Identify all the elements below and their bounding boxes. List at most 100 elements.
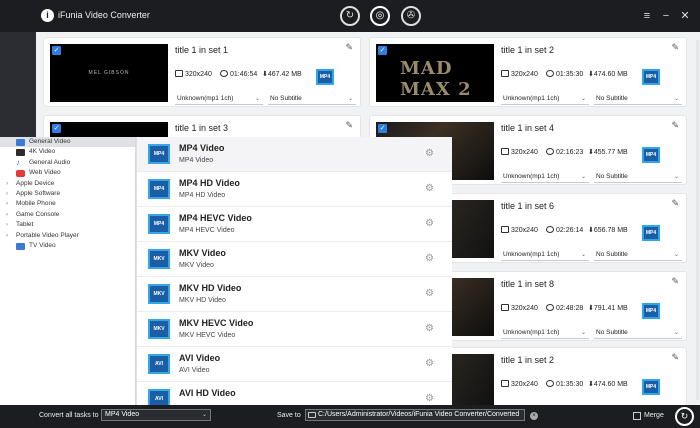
chevron-right-icon[interactable]: ›	[6, 220, 8, 230]
gear-icon[interactable]: ⚙	[425, 323, 434, 334]
category-portable-video-player[interactable]: › Portable Video Player	[0, 231, 135, 241]
format-item[interactable]: MKV MKV HEVC Video MKV HEVC Video ⚙	[137, 312, 452, 347]
convert-mode-icon[interactable]: ↻	[340, 6, 360, 26]
avi-format-icon: AVI	[148, 389, 170, 405]
category-tablet[interactable]: › Tablet	[0, 220, 135, 230]
audio-track-select[interactable]: Unknown(mp1 1ch) ⌄	[501, 94, 589, 105]
close-icon[interactable]: ✕	[678, 9, 692, 23]
task-card[interactable]: ✓ MEL GIBSON title 1 in set 1 ✎ 320x240 …	[44, 38, 360, 106]
task-checkbox[interactable]: ✓	[378, 124, 387, 133]
screen-icon	[175, 70, 183, 77]
convert-button[interactable]: ↻	[675, 407, 694, 426]
format-description: MP4 HEVC Video	[179, 227, 235, 234]
category-web-video[interactable]: Web Video	[0, 168, 135, 178]
edit-icon[interactable]: ✎	[345, 120, 353, 131]
chevron-down-icon: ⌄	[347, 96, 353, 102]
edit-icon[interactable]: ✎	[671, 42, 679, 53]
format-item[interactable]: MP4 MP4 HD Video MP4 HD Video ⚙	[137, 172, 452, 207]
audio-track-select[interactable]: Unknown(mp1 1ch) ⌄	[501, 172, 589, 183]
chevron-down-icon: ⌄	[580, 330, 586, 336]
category-tv-video[interactable]: TV Video	[0, 241, 135, 251]
minimize-icon[interactable]: −	[659, 9, 673, 23]
task-title[interactable]: title 1 in set 2	[501, 355, 554, 365]
subtitle-select[interactable]: No Subtitle ⌄	[594, 328, 682, 339]
edit-icon[interactable]: ✎	[671, 352, 679, 363]
gear-icon[interactable]: ⚙	[425, 393, 434, 404]
folder-icon[interactable]	[308, 412, 316, 418]
task-title[interactable]: title 1 in set 2	[501, 45, 554, 55]
chevron-right-icon[interactable]: ›	[6, 231, 8, 241]
edit-icon[interactable]: ✎	[671, 198, 679, 209]
video-thumbnail[interactable]: ✓ MEL GIBSON	[50, 44, 168, 102]
output-format-icon[interactable]: MP4	[642, 303, 660, 319]
film-reel-icon[interactable]: ✇	[401, 6, 421, 26]
category-apple-software[interactable]: › Apple Software	[0, 189, 135, 199]
task-title[interactable]: title 1 in set 1	[175, 45, 228, 55]
convert-all-select[interactable]: MP4 Video ⌄	[101, 409, 211, 421]
format-item[interactable]: MP4 MP4 HEVC Video MP4 HEVC Video ⚙	[137, 207, 452, 242]
output-format-icon[interactable]: MP4	[642, 69, 660, 85]
format-item[interactable]: MKV MKV Video MKV Video ⚙	[137, 242, 452, 277]
task-title[interactable]: title 1 in set 6	[501, 201, 554, 211]
task-title[interactable]: title 1 in set 4	[501, 123, 554, 133]
output-format-icon[interactable]: MP4	[642, 379, 660, 395]
subtitle-select[interactable]: No Subtitle ⌄	[268, 94, 356, 105]
edit-icon[interactable]: ✎	[345, 42, 353, 53]
gear-icon[interactable]: ⚙	[425, 183, 434, 194]
gear-icon[interactable]: ⚙	[425, 148, 434, 159]
gear-icon[interactable]: ⚙	[425, 218, 434, 229]
audio-track-select[interactable]: Unknown(mp1 1ch) ⌄	[175, 94, 263, 105]
format-item[interactable]: MKV MKV HD Video MKV HD Video ⚙	[137, 277, 452, 312]
format-name: AVI HD Video	[179, 388, 236, 398]
dvd-mode-icon[interactable]: ◎	[370, 6, 390, 26]
category-4k-video[interactable]: 4K Video	[0, 147, 135, 157]
task-title[interactable]: title 1 in set 3	[175, 123, 228, 133]
category-general-audio[interactable]: ♪ General Audio	[0, 158, 135, 168]
category-general-video[interactable]: General Video	[0, 137, 135, 148]
subtitle-select[interactable]: No Subtitle ⌄	[594, 172, 682, 183]
edit-icon[interactable]: ✎	[671, 276, 679, 287]
format-item[interactable]: AVI AVI HD Video ⚙	[137, 382, 452, 405]
menu-icon[interactable]: ≡	[640, 9, 654, 23]
video-thumbnail[interactable]: ✓ MAD MAX 2	[376, 44, 494, 102]
chevron-right-icon[interactable]: ›	[6, 189, 8, 199]
chevron-right-icon[interactable]: ›	[6, 199, 8, 209]
clear-path-icon[interactable]: ×	[530, 412, 538, 420]
task-card[interactable]: ✓ MAD MAX 2 title 1 in set 2 ✎ 320x240 0…	[370, 38, 686, 106]
resolution: 320x240	[501, 148, 538, 156]
task-checkbox[interactable]: ✓	[378, 46, 387, 55]
duration: 02:16:23	[546, 148, 583, 156]
subtitle-select[interactable]: No Subtitle ⌄	[594, 250, 682, 261]
gear-icon[interactable]: ⚙	[425, 253, 434, 264]
chevron-right-icon[interactable]: ›	[6, 210, 8, 220]
task-checkbox[interactable]: ✓	[52, 124, 61, 133]
task-title[interactable]: title 1 in set 8	[501, 279, 554, 289]
format-name: MKV HEVC Video	[179, 318, 254, 328]
screen-icon	[501, 226, 509, 233]
merge-checkbox[interactable]	[633, 412, 641, 420]
output-format-icon[interactable]: MP4	[642, 147, 660, 163]
output-format-icon[interactable]: MP4	[642, 225, 660, 241]
task-checkbox[interactable]: ✓	[52, 46, 61, 55]
screen-icon	[501, 380, 509, 387]
category-mobile-phone[interactable]: › Mobile Phone	[0, 199, 135, 209]
format-item[interactable]: AVI AVI Video AVI Video ⚙	[137, 347, 452, 382]
ifunia-logo-icon: i	[41, 9, 54, 22]
save-path-field[interactable]: C:/Users/Administrator/Videos/iFunia Vid…	[305, 409, 525, 421]
clock-icon	[546, 148, 554, 155]
resolution: 320x240	[501, 380, 538, 388]
category-apple-device[interactable]: › Apple Device	[0, 179, 135, 189]
resolution: 320x240	[501, 226, 538, 234]
gear-icon[interactable]: ⚙	[425, 288, 434, 299]
subtitle-select[interactable]: No Subtitle ⌄	[594, 94, 682, 105]
music-note-icon: ♪	[16, 157, 20, 167]
task-list-scrollbar[interactable]	[696, 40, 699, 400]
audio-track-select[interactable]: Unknown(mp1 1ch) ⌄	[501, 328, 589, 339]
audio-track-select[interactable]: Unknown(mp1 1ch) ⌄	[501, 250, 589, 261]
gear-icon[interactable]: ⚙	[425, 358, 434, 369]
format-item[interactable]: MP4 MP4 Video MP4 Video ⚙	[137, 137, 452, 172]
chevron-right-icon[interactable]: ›	[6, 179, 8, 189]
output-format-icon[interactable]: MP4	[316, 69, 334, 85]
edit-icon[interactable]: ✎	[671, 120, 679, 131]
category-game-console[interactable]: › Game Console	[0, 210, 135, 220]
